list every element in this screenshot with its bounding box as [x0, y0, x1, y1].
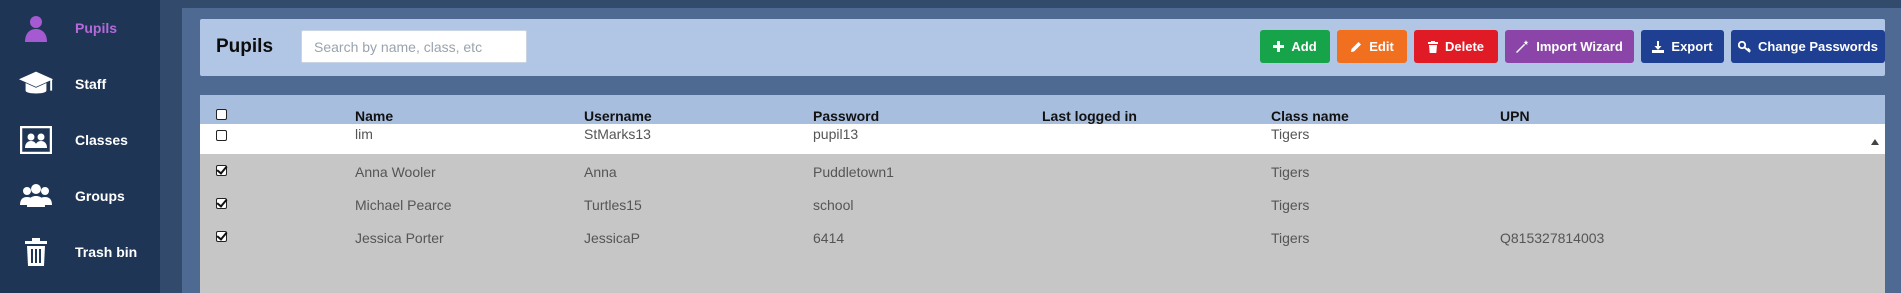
cell-name: Anna Wooler [355, 164, 436, 180]
sidebar-item-staff[interactable]: Staff [0, 56, 160, 112]
sidebar-item-label: Groups [75, 188, 125, 204]
cell-class-name: Tigers [1271, 230, 1310, 246]
column-header-password[interactable]: Password [813, 108, 879, 124]
group-icon [18, 179, 54, 213]
graduation-cap-icon [18, 67, 54, 101]
cell-password: Puddletown1 [813, 164, 894, 180]
delete-button[interactable]: Delete [1414, 30, 1498, 63]
cell-name: Jessica Porter [355, 230, 444, 246]
delete-button-label: Delete [1444, 39, 1485, 54]
trash-icon [18, 235, 54, 269]
row-checkbox[interactable] [216, 198, 227, 209]
cell-class-name: Tigers [1271, 126, 1310, 142]
table-row[interactable]: Anna Wooler Anna Puddletown1 Tigers [200, 154, 1885, 187]
cell-password: pupil13 [813, 126, 859, 142]
row-checkbox[interactable] [216, 165, 227, 176]
column-header-upn[interactable]: UPN [1500, 108, 1530, 124]
table-row[interactable]: lim StMarks13 pupil13 Tigers [200, 124, 1885, 154]
toolbar: Pupils Add Edit Delete Import Wizard [200, 19, 1885, 76]
add-button[interactable]: Add [1260, 30, 1330, 63]
sidebar-item-label: Classes [75, 132, 128, 148]
key-icon [1738, 40, 1751, 53]
sidebar-item-label: Trash bin [75, 244, 138, 260]
table-row[interactable]: Jessica Porter JessicaP 6414 Tigers Q815… [200, 220, 1885, 253]
cell-class-name: Tigers [1271, 164, 1310, 180]
edit-button-label: Edit [1369, 39, 1394, 54]
page-title: Pupils [216, 36, 274, 57]
sidebar-item-pupils[interactable]: Pupils [0, 0, 160, 56]
select-all-checkbox[interactable] [216, 109, 227, 120]
export-button[interactable]: Export [1641, 30, 1724, 63]
column-header-name[interactable]: Name [355, 108, 393, 124]
pencil-icon [1350, 41, 1362, 53]
pupils-table: Name Username Password Last logged in Cl… [200, 95, 1885, 293]
sidebar: Pupils Staff Classes Groups Trash bin [0, 0, 160, 293]
cell-name: lim [355, 126, 373, 142]
table-body: lim StMarks13 pupil13 Tigers Anna Wooler… [200, 124, 1885, 293]
export-button-label: Export [1671, 39, 1713, 54]
download-icon [1652, 40, 1665, 53]
column-header-last-logged-in[interactable]: Last logged in [1042, 108, 1137, 124]
add-button-label: Add [1291, 39, 1317, 54]
change-passwords-button-label: Change Passwords [1758, 39, 1878, 54]
import-wizard-button-label: Import Wizard [1536, 39, 1623, 54]
import-wizard-button[interactable]: Import Wizard [1505, 30, 1634, 63]
row-checkbox[interactable] [216, 231, 227, 242]
sidebar-item-label: Pupils [75, 20, 118, 36]
change-passwords-button[interactable]: Change Passwords [1731, 30, 1885, 63]
cell-class-name: Tigers [1271, 197, 1310, 213]
row-checkbox[interactable] [216, 130, 227, 141]
search-input[interactable] [301, 30, 527, 63]
magic-wand-icon [1516, 40, 1529, 53]
cell-password: 6414 [813, 230, 845, 246]
column-header-class-name[interactable]: Class name [1271, 108, 1349, 124]
column-header-username[interactable]: Username [584, 108, 652, 124]
cell-username: Turtles15 [584, 197, 642, 213]
cell-upn: Q815327814003 [1500, 230, 1605, 246]
table-row[interactable]: Michael Pearce Turtles15 school Tigers [200, 187, 1885, 220]
cell-username: StMarks13 [584, 126, 651, 142]
plus-icon [1273, 41, 1285, 52]
main-panel: Pupils Add Edit Delete Import Wizard [182, 8, 1901, 293]
cell-username: JessicaP [584, 230, 641, 246]
sidebar-item-trash-bin[interactable]: Trash bin [0, 224, 160, 280]
sidebar-item-classes[interactable]: Classes [0, 112, 160, 168]
pupil-icon [18, 11, 54, 45]
scrollbar-up-arrow[interactable] [1871, 139, 1879, 145]
sidebar-item-groups[interactable]: Groups [0, 168, 160, 224]
cell-username: Anna [584, 164, 617, 180]
classroom-icon [18, 123, 54, 157]
sidebar-item-label: Staff [75, 76, 107, 92]
trash-icon [1427, 40, 1438, 53]
cell-password: school [813, 197, 854, 213]
edit-button[interactable]: Edit [1337, 30, 1407, 63]
cell-name: Michael Pearce [355, 197, 452, 213]
